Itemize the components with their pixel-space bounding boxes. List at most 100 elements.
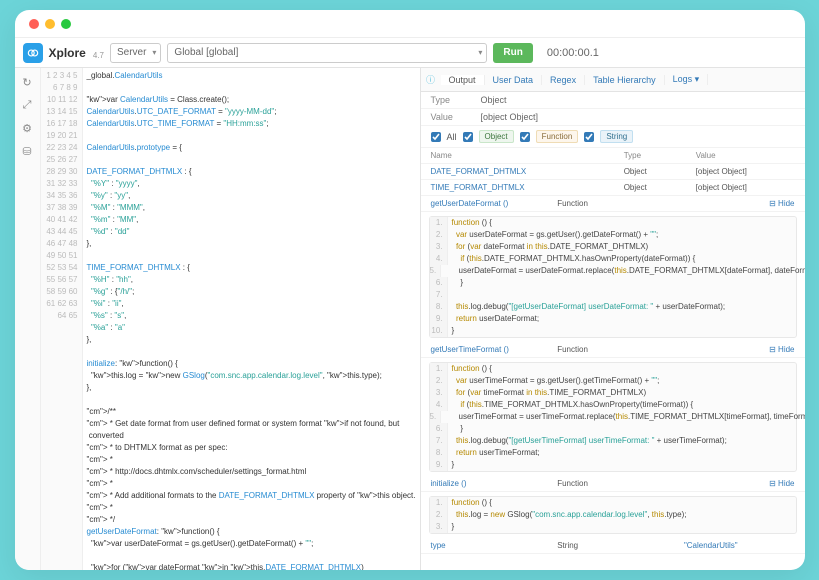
code-line: 4. if (this.TIME_FORMAT_DHTMLX.hasOwnPro… <box>430 399 796 411</box>
code-line: 3. for (var timeFormat in this.TIME_FORM… <box>430 387 796 399</box>
fn-body: 1.function () {2. var userTimeFormat = g… <box>429 362 797 472</box>
prop-value: [object Object] <box>686 164 805 180</box>
code-line: 1.function () { <box>430 497 796 509</box>
scope-select[interactable]: Global [global] <box>167 43 487 63</box>
table-row[interactable]: TIME_FORMAT_DHTMLX Object [object Object… <box>421 180 805 196</box>
prop-type: Object <box>614 164 686 180</box>
prop-type: Object <box>614 180 686 196</box>
filter-string-checkbox[interactable] <box>584 132 594 142</box>
code-line: 3.} <box>430 521 796 533</box>
code-area[interactable]: _global.CalendarUtils "kw">var CalendarU… <box>83 68 420 570</box>
table-row[interactable]: type String "CalendarUtils" <box>421 538 805 554</box>
result-table: Name Type Value DATE_FORMAT_DHTMLX Objec… <box>421 148 805 196</box>
filter-row: All Object Function String <box>421 126 805 148</box>
filter-all-checkbox[interactable] <box>431 132 441 142</box>
chevron-down-icon: ▾ <box>695 74 700 84</box>
fn-header-row[interactable]: initialize ()Function ⊟ Hide <box>421 476 805 492</box>
table-header-row: Name Type Value <box>421 148 805 164</box>
fn-header-row[interactable]: getUserTimeFormat ()Function ⊟ Hide <box>421 342 805 358</box>
prop-name[interactable]: type <box>421 538 548 554</box>
hide-button[interactable]: ⊟ Hide <box>769 345 794 354</box>
server-select[interactable]: Server <box>110 43 161 63</box>
app-window: Xplore 4.7 Server Global [global] Run 00… <box>15 10 805 570</box>
main: ↻ ⤢ ⚙ ⛁ 1 2 3 4 5 6 7 8 9 10 11 12 13 14… <box>15 68 805 570</box>
tab-output[interactable]: Output <box>441 75 485 85</box>
code-line: 6. } <box>430 423 796 435</box>
expand-icon[interactable]: ⤢ <box>23 99 32 112</box>
value-value: [object Object] <box>481 112 539 122</box>
result-value-row: Value [object Object] <box>421 109 805 126</box>
timer: 00:00:00.1 <box>547 47 599 59</box>
tab-table-hierarchy[interactable]: Table Hierarchy <box>585 75 665 85</box>
table-row[interactable]: DATE_FORMAT_DHTMLX Object [object Object… <box>421 164 805 180</box>
code-line: 2. this.log = new GSlog("com.snc.app.cal… <box>430 509 796 521</box>
tail-row: type String "CalendarUtils" <box>421 538 805 554</box>
th-name: Name <box>421 148 614 164</box>
prop-name[interactable]: TIME_FORMAT_DHTMLX <box>421 180 614 196</box>
code-line: 8. this.log.debug("[getUserDateFormat] u… <box>430 301 796 313</box>
fn-body: 1.function () {2. this.log = new GSlog("… <box>429 496 797 534</box>
fn-name[interactable]: getUserTimeFormat () <box>421 342 548 358</box>
code-line: 7. <box>430 289 796 301</box>
output-tabs: ⓘ Output User Data Regex Table Hierarchy… <box>421 68 805 92</box>
fn-type: Function <box>547 196 674 212</box>
editor[interactable]: 1 2 3 4 5 6 7 8 9 10 11 12 13 14 15 16 1… <box>41 68 420 570</box>
tab-logs-label: Logs <box>673 74 693 84</box>
th-value: Value <box>686 148 805 164</box>
filter-function-checkbox[interactable] <box>520 132 530 142</box>
code-line: 10.} <box>430 325 796 337</box>
fn-type: Function <box>547 342 674 358</box>
type-label: Type <box>431 95 481 105</box>
app-brand: Xplore <box>49 46 86 60</box>
code-line: 2. var userDateFormat = gs.getUser().get… <box>430 229 796 241</box>
fn-type: Function <box>547 476 674 492</box>
hide-button[interactable]: ⊟ Hide <box>769 199 794 208</box>
toolbar: Xplore 4.7 Server Global [global] Run 00… <box>15 38 805 68</box>
fn-name[interactable]: initialize () <box>421 476 548 492</box>
code-line: 4. if (this.DATE_FORMAT_DHTMLX.hasOwnPro… <box>430 253 796 265</box>
th-type: Type <box>614 148 686 164</box>
code-line: 5. userDateFormat = userDateFormat.repla… <box>430 265 796 277</box>
code-line: 9.} <box>430 459 796 471</box>
gutter: 1 2 3 4 5 6 7 8 9 10 11 12 13 14 15 16 1… <box>41 68 83 570</box>
sync-icon[interactable]: ↻ <box>22 76 31 89</box>
app-logo-icon <box>23 43 43 63</box>
prop-type: String <box>547 538 674 554</box>
min-dot[interactable] <box>45 19 55 29</box>
close-dot[interactable] <box>29 19 39 29</box>
code-line: 8. return userTimeFormat; <box>430 447 796 459</box>
code-line: 2. var userTimeFormat = gs.getUser().get… <box>430 375 796 387</box>
filter-object-chip: Object <box>479 130 514 143</box>
code-line: 5. userTimeFormat = userTimeFormat.repla… <box>430 411 796 423</box>
code-line: 3. for (var dateFormat in this.DATE_FORM… <box>430 241 796 253</box>
filter-string-chip: String <box>600 130 633 143</box>
window-chrome <box>15 10 805 38</box>
code-line: 7. this.log.debug("[getUserTimeFormat] u… <box>430 435 796 447</box>
max-dot[interactable] <box>61 19 71 29</box>
type-value: Object <box>481 95 507 105</box>
sidebar: ↻ ⤢ ⚙ ⛁ <box>15 68 41 570</box>
scope-select-value: Global [global] <box>174 47 238 58</box>
tab-user-data[interactable]: User Data <box>485 75 543 85</box>
tab-regex[interactable]: Regex <box>542 75 585 85</box>
fn-header-row[interactable]: getUserDateFormat ()Function ⊟ Hide <box>421 196 805 212</box>
app-version: 4.7 <box>93 51 104 67</box>
fn-body: 1.function () {2. var userDateFormat = g… <box>429 216 797 338</box>
filter-object-checkbox[interactable] <box>463 132 473 142</box>
filter-all-label: All <box>447 132 457 142</box>
run-button[interactable]: Run <box>493 43 532 63</box>
gear-icon[interactable]: ⚙ <box>22 122 32 135</box>
result-type-row: Type Object <box>421 92 805 109</box>
db-icon[interactable]: ⛁ <box>22 145 31 158</box>
fn-name[interactable]: getUserDateFormat () <box>421 196 548 212</box>
prop-value: "CalendarUtils" <box>674 538 805 554</box>
prop-name[interactable]: DATE_FORMAT_DHTMLX <box>421 164 614 180</box>
info-icon[interactable]: ⓘ <box>421 73 441 86</box>
code-line: 6. } <box>430 277 796 289</box>
server-select-label: Server <box>117 47 146 58</box>
prop-value: [object Object] <box>686 180 805 196</box>
tab-logs[interactable]: Logs ▾ <box>665 74 709 85</box>
code-line: 1.function () { <box>430 363 796 375</box>
filter-function-chip: Function <box>536 130 579 143</box>
hide-button[interactable]: ⊟ Hide <box>769 479 794 488</box>
